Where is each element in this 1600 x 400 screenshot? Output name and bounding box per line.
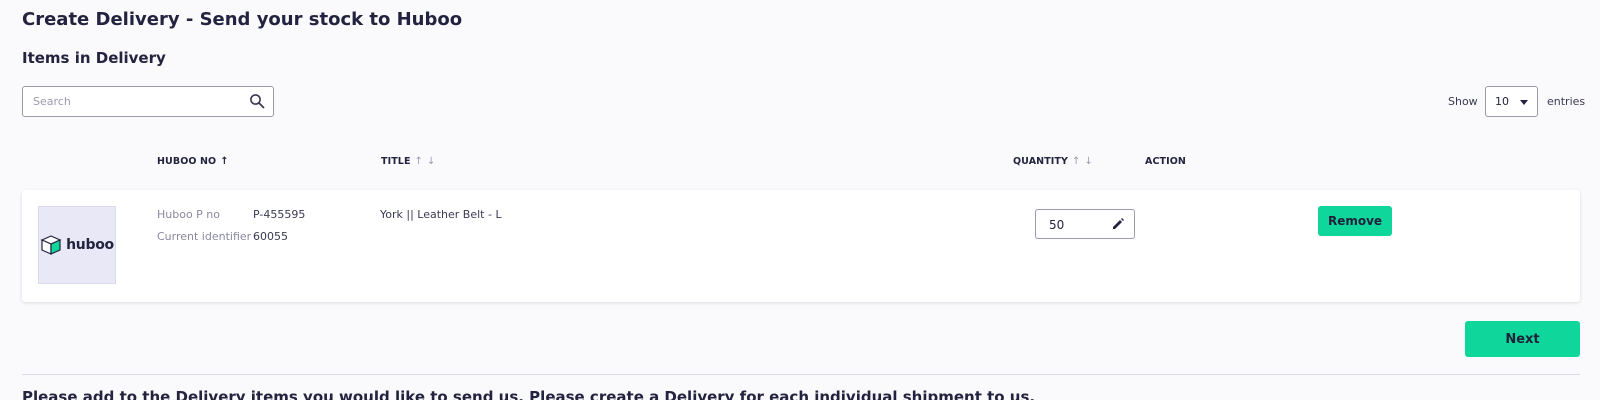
quantity-value: 50	[1049, 218, 1065, 232]
instructions-text: Please add to the Delivery items you wou…	[22, 388, 1036, 400]
huboo-p-no-value: P-455595	[253, 208, 306, 221]
caret-down-icon	[1520, 100, 1528, 105]
show-label: Show	[1448, 95, 1478, 108]
item-title: York || Leather Belt - L	[380, 208, 502, 221]
next-button[interactable]: Next	[1465, 321, 1580, 357]
entries-select-value: 10	[1495, 95, 1509, 108]
box-logo-icon	[40, 235, 62, 255]
remove-button[interactable]: Remove	[1318, 206, 1392, 236]
search-box	[22, 86, 274, 117]
sort-asc-active-icon[interactable]: ↑	[220, 156, 228, 167]
header-title-label: TITLE	[381, 156, 411, 167]
entries-label: entries	[1547, 95, 1586, 108]
product-thumbnail: huboo	[38, 206, 116, 284]
header-huboo-no-label: HUBOO NO	[157, 156, 217, 167]
page: Create Delivery - Send your stock to Hub…	[0, 0, 1600, 400]
section-title: Items in Delivery	[22, 49, 166, 67]
header-quantity-label: QUANTITY	[1013, 156, 1068, 167]
header-huboo-no[interactable]: HUBOO NO ↑	[157, 156, 229, 167]
divider	[22, 374, 1580, 375]
sort-up-icon[interactable]: ↑	[415, 156, 423, 167]
identifier-label: Current identifier	[157, 230, 252, 243]
logo-text: huboo	[66, 237, 114, 253]
page-title: Create Delivery - Send your stock to Hub…	[22, 9, 463, 30]
identifier-value: 60055	[253, 230, 288, 243]
header-title[interactable]: TITLE ↑ ↓	[381, 156, 436, 167]
sort-down-icon[interactable]: ↓	[427, 156, 435, 167]
header-action-label: ACTION	[1145, 156, 1186, 167]
header-action: ACTION	[1145, 156, 1186, 167]
header-quantity[interactable]: QUANTITY ↑ ↓	[1013, 156, 1093, 167]
sort-up-icon[interactable]: ↑	[1072, 156, 1080, 167]
pencil-icon[interactable]	[1111, 217, 1125, 231]
huboo-p-no-label: Huboo P no	[157, 208, 221, 221]
search-icon[interactable]	[249, 93, 265, 109]
table-row: huboo Huboo P no P-455595 Current identi…	[22, 190, 1580, 302]
entries-select[interactable]: 10	[1485, 86, 1538, 117]
sort-down-icon[interactable]: ↓	[1084, 156, 1092, 167]
quantity-input[interactable]: 50	[1035, 209, 1135, 239]
search-input[interactable]	[23, 87, 238, 116]
